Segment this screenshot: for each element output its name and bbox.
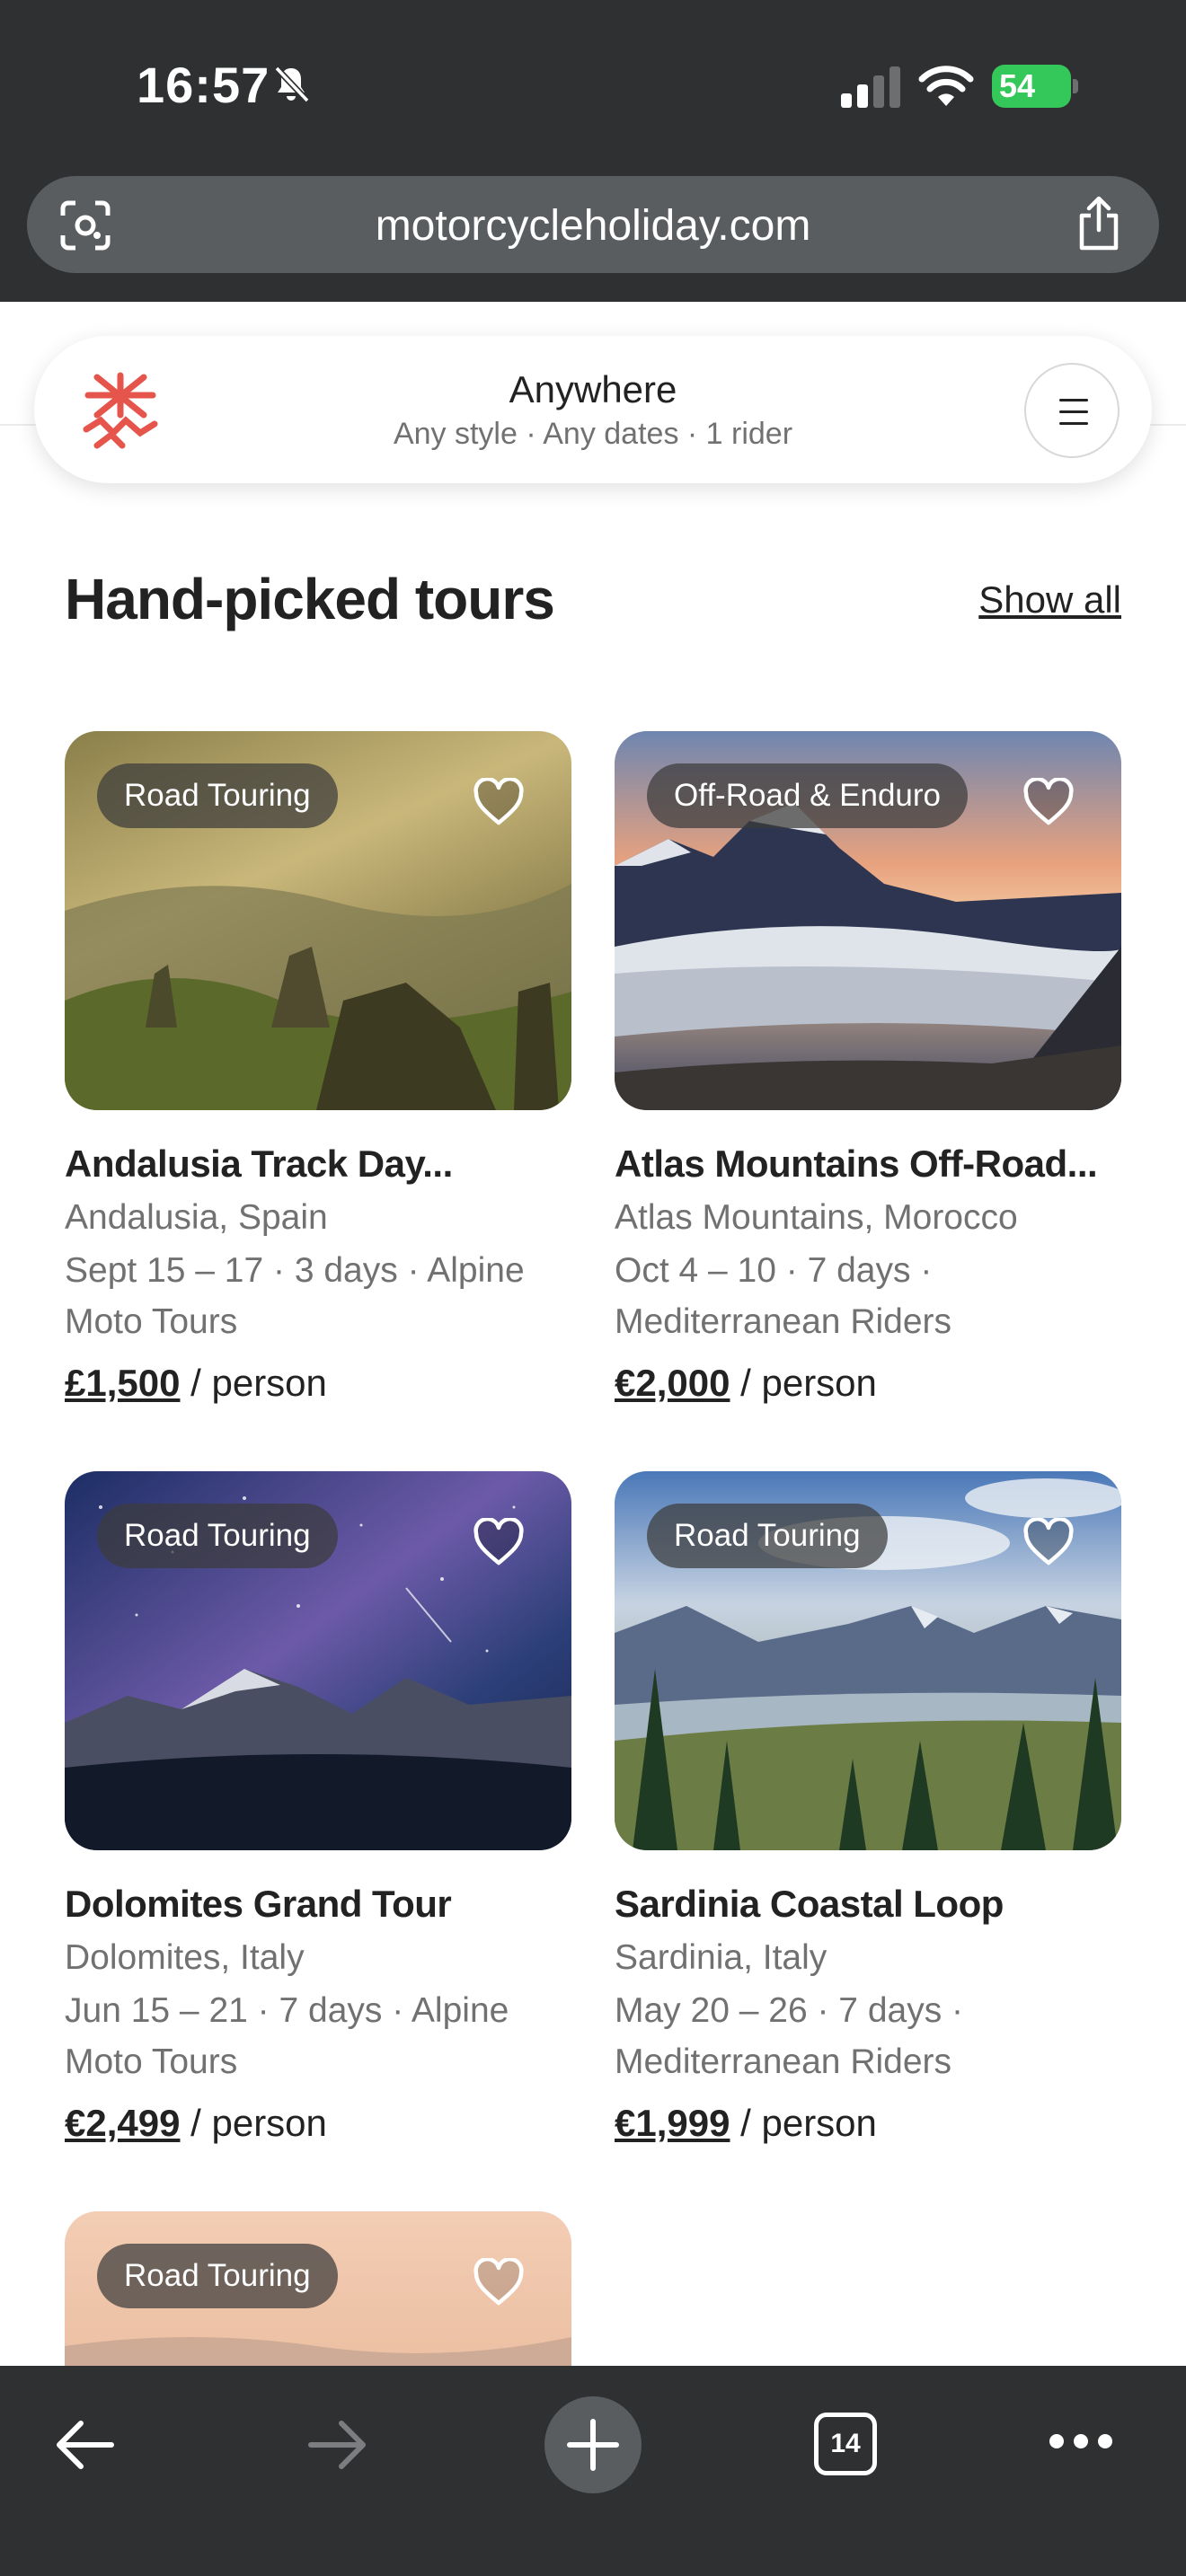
tour-location: Sardinia, Italy (615, 1938, 828, 1977)
price-unit: / person (740, 1362, 877, 1404)
browser-chrome: 16:57 54 motorcycleholiday.com (0, 0, 1186, 302)
tour-meta: Sept 15 – 17 · 3 days · Alpine Moto Tour… (65, 1251, 525, 1341)
tour-image[interactable]: Off-Road & Enduro (615, 731, 1121, 1110)
tour-meta: Jun 15 – 21 · 7 days · Alpine Moto Tours (65, 1991, 509, 2081)
bell-muted-icon (274, 66, 310, 103)
tour-location: Atlas Mountains, Morocco (615, 1198, 1018, 1237)
address-bar[interactable]: motorcycleholiday.com (27, 176, 1159, 273)
tour-price: €1,999 / person (615, 2102, 1121, 2145)
tour-card[interactable]: Road Touring Andalusia Track Day... Anda… (65, 731, 571, 1405)
menu-button[interactable] (1024, 363, 1120, 458)
category-badge: Road Touring (97, 763, 338, 828)
show-all-link[interactable]: Show all (978, 578, 1121, 622)
tour-title[interactable]: Atlas Mountains Off-Road... (615, 1142, 1121, 1186)
price-amount: €2,000 (615, 1362, 730, 1404)
section-title: Hand-picked tours (65, 567, 555, 631)
tour-image[interactable]: Road Touring (65, 731, 571, 1110)
tour-card[interactable]: Off-Road & Enduro Atlas Mountains Off-Ro… (615, 731, 1121, 1405)
tour-meta: May 20 – 26 · 7 days · Mediterranean Rid… (615, 1991, 964, 2081)
more-options-icon[interactable] (1048, 2430, 1114, 2452)
menu-line-icon (1059, 422, 1088, 425)
search-title: Anywhere (509, 368, 677, 410)
tour-card[interactable]: Road Touring Dolomites Grand Tour Dolomi… (65, 1471, 571, 2145)
tour-price: €2,000 / person (615, 1362, 1121, 1405)
menu-line-icon (1059, 410, 1088, 413)
category-badge: Road Touring (97, 2244, 338, 2308)
price-amount: €2,499 (65, 2102, 181, 2144)
tour-image[interactable]: Road Touring (615, 1471, 1121, 1850)
tour-price: £1,500 / person (65, 1362, 571, 1405)
price-amount: £1,500 (65, 1362, 181, 1404)
battery-indicator: 54 (992, 65, 1078, 108)
back-arrow-icon[interactable] (52, 2416, 117, 2474)
heart-icon[interactable] (1022, 1518, 1075, 1566)
tabs-count-button[interactable]: 14 (814, 2413, 877, 2475)
wifi-icon (918, 66, 974, 106)
tour-title[interactable]: Andalusia Track Day... (65, 1142, 571, 1186)
status-time: 16:57 (137, 57, 270, 113)
tour-location: Andalusia, Spain (65, 1198, 328, 1237)
category-badge: Off-Road & Enduro (647, 763, 969, 828)
new-tab-plus-icon[interactable] (543, 2395, 643, 2495)
share-icon[interactable] (1075, 196, 1123, 251)
price-unit: / person (190, 2102, 327, 2144)
url-text: motorcycleholiday.com (375, 202, 811, 250)
price-unit: / person (740, 2102, 877, 2144)
heart-icon[interactable] (473, 1518, 525, 1566)
forward-arrow-icon[interactable] (305, 2416, 370, 2474)
price-unit: / person (190, 1362, 327, 1404)
search-subtitle: Any style · Any dates · 1 rider (393, 417, 793, 451)
battery-level: 54 (992, 65, 1071, 108)
heart-icon[interactable] (473, 2258, 525, 2307)
tour-meta: Oct 4 – 10 · 7 days · Mediterranean Ride… (615, 1251, 952, 1341)
signal-icon (841, 66, 900, 108)
price-amount: €1,999 (615, 2102, 730, 2144)
search-bar[interactable]: Anywhere Any style · Any dates · 1 rider (34, 336, 1152, 483)
category-badge: Road Touring (97, 1504, 338, 1568)
heart-icon[interactable] (473, 778, 525, 826)
tour-image[interactable]: Road Touring (65, 1471, 571, 1850)
tour-card[interactable]: Road Touring Sardinia Coastal Loop Sardi… (615, 1471, 1121, 2145)
tour-title[interactable]: Dolomites Grand Tour (65, 1883, 571, 1926)
category-badge: Road Touring (647, 1504, 888, 1568)
tour-location: Dolomites, Italy (65, 1938, 305, 1977)
battery-cap (1073, 79, 1078, 93)
heart-icon[interactable] (1022, 778, 1075, 826)
tour-title[interactable]: Sardinia Coastal Loop (615, 1883, 1121, 1926)
tour-price: €2,499 / person (65, 2102, 571, 2145)
browser-toolbar: 14 (0, 2366, 1186, 2576)
menu-line-icon (1059, 399, 1088, 401)
